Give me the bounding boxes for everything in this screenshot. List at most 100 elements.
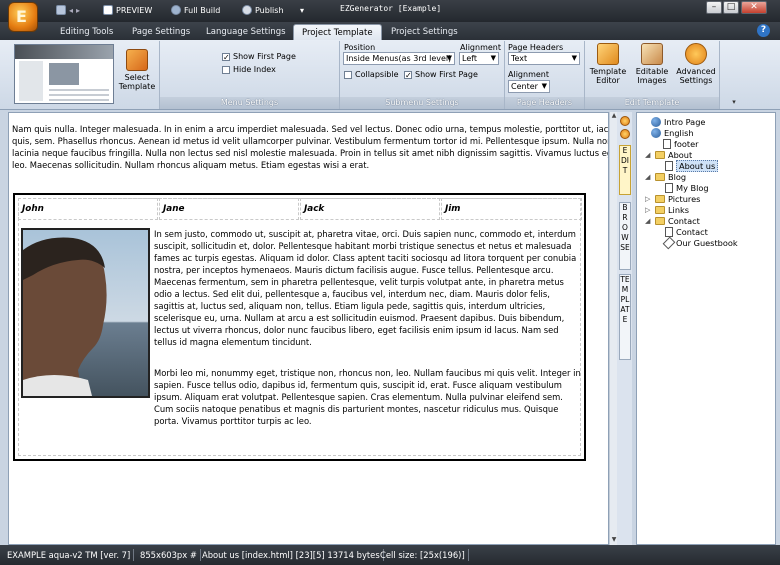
quick-access-dropdown[interactable]: ▾	[300, 3, 304, 17]
preview-label: PREVIEW	[116, 5, 153, 15]
header-cell-john[interactable]: John	[18, 198, 158, 220]
tree-label: About us	[676, 159, 719, 172]
expand-icon[interactable]: ▷	[645, 195, 652, 203]
tree-item-contact[interactable]: Contact	[665, 226, 708, 237]
header-cell-jane[interactable]: Jane	[159, 198, 299, 220]
side-tab-template[interactable]: TEMPLATE	[619, 274, 631, 360]
template-thumbnail[interactable]	[14, 44, 114, 104]
body-paragraph-2: Morbi leo mi, nonummy eget, tristique no…	[154, 368, 581, 426]
side-tab-edit[interactable]: EDIT	[619, 145, 631, 195]
page-headers-alignment-select[interactable]: Center ▼	[508, 80, 550, 93]
tree-item-pictures[interactable]: ▷ Pictures	[645, 193, 700, 204]
page-headers-label: Page Headers	[505, 97, 584, 109]
close-button[interactable]: ✕	[741, 1, 767, 14]
ribbon-collapse-icon[interactable]: ▾	[728, 97, 740, 108]
chevron-down-icon: ▼	[571, 54, 577, 62]
refresh-icon[interactable]	[620, 129, 630, 139]
page-icon	[663, 138, 671, 149]
expand-icon[interactable]: ▷	[645, 206, 652, 214]
tab-language-settings[interactable]: Language Settings	[198, 24, 294, 40]
hide-index-checkbox[interactable]: Hide Index	[222, 65, 276, 74]
show-first-page-checkbox[interactable]: ✓ Show First Page	[222, 52, 296, 61]
page-headers-type-value: Text	[511, 54, 528, 63]
tree-item-footer[interactable]: footer	[653, 138, 699, 149]
app-logo[interactable]: E	[8, 2, 38, 32]
tree-item-contact-folder[interactable]: ◢ Contact	[645, 215, 700, 226]
tree-item-my-blog[interactable]: My Blog	[665, 182, 709, 193]
tree-label: My Blog	[676, 182, 709, 193]
chevron-down-icon: ▼	[490, 54, 496, 62]
tree-label: footer	[674, 138, 699, 149]
maximize-button[interactable]: □	[723, 1, 739, 14]
preview-button[interactable]: PREVIEW	[103, 3, 152, 17]
tab-project-settings[interactable]: Project Settings	[383, 24, 466, 40]
page-icon	[665, 160, 673, 171]
publish-button[interactable]: Publish	[242, 3, 284, 17]
menu-settings-group: ✓ Show First Page Hide Index Menu Settin…	[160, 41, 340, 109]
tree-item-links[interactable]: ▷ Links	[645, 204, 689, 215]
position-select[interactable]: Inside Menus(as 3rd level) ▼	[343, 52, 455, 65]
page-headers-type-select[interactable]: Text ▼	[508, 52, 580, 65]
tree-item-about-us[interactable]: About us	[665, 159, 719, 172]
tree-item-about[interactable]: ◢ About	[645, 149, 692, 160]
title-bar: ◂ ▸ PREVIEW Full Build Publish ▾ EZGener…	[0, 0, 780, 22]
help-icon[interactable]: ?	[757, 24, 770, 37]
tree-item-guestbook[interactable]: Our Guestbook	[662, 236, 738, 249]
collapse-icon[interactable]: ◢	[645, 173, 652, 181]
header-cell-jack[interactable]: Jack	[300, 198, 440, 220]
full-build-button[interactable]: Full Build	[171, 3, 220, 17]
content-table[interactable]: John Jane Jack Jim In sem justo, commodo…	[13, 193, 586, 461]
status-page-size: 855x603px #	[137, 549, 201, 561]
page-icon[interactable]	[620, 116, 630, 126]
redo-icon[interactable]: ▸	[76, 6, 80, 15]
ribbon: Select Template ✓ Show First Page Hide I…	[0, 40, 780, 110]
page-icon	[665, 182, 673, 193]
page-icon	[665, 226, 673, 237]
template-editor-button[interactable]: Template Editor	[589, 43, 627, 85]
header-cell-jim[interactable]: Jim	[441, 198, 582, 220]
collapse-icon[interactable]: ◢	[645, 151, 652, 159]
select-template-button[interactable]: Select Template	[118, 49, 156, 91]
tab-editing-tools[interactable]: Editing Tools	[52, 24, 121, 40]
position-label: Position	[344, 43, 376, 52]
edit-template-group: Template Editor Editable Images Advanced…	[585, 41, 720, 109]
tree-item-blog[interactable]: ◢ Blog	[645, 171, 686, 182]
page-headers-alignment-value: Center	[511, 82, 538, 91]
hide-index-label: Hide Index	[233, 65, 276, 74]
template-editor-icon	[597, 43, 619, 65]
side-tab-browse[interactable]: BROWSE	[619, 202, 631, 270]
chevron-down-icon: ▼	[446, 54, 452, 62]
tab-page-settings[interactable]: Page Settings	[124, 24, 198, 40]
minimize-button[interactable]: –	[706, 1, 722, 14]
undo-icon[interactable]: ◂	[69, 6, 73, 15]
dropdown-arrow-icon: ▾	[300, 5, 305, 15]
chevron-down-icon: ▼	[541, 82, 547, 90]
site-tree[interactable]: Intro Page English footer ◢ About About u…	[636, 112, 776, 545]
select-template-label: Select Template	[118, 73, 156, 91]
tree-label: Contact	[668, 215, 700, 226]
collapsible-checkbox[interactable]: Collapsible	[344, 70, 399, 79]
position-value: Inside Menus(as 3rd level)	[346, 54, 452, 63]
template-group: Select Template	[0, 41, 160, 109]
submenu-alignment-select[interactable]: Left ▼	[459, 52, 499, 65]
collapse-icon[interactable]: ◢	[645, 217, 652, 225]
profile-photo[interactable]	[21, 228, 150, 398]
editor-scrollbar[interactable]: ▲ ▼	[609, 112, 617, 545]
submenu-show-first-page-checkbox[interactable]: ✓ Show First Page	[404, 70, 478, 79]
images-icon	[641, 43, 663, 65]
tree-item-english[interactable]: English	[641, 127, 694, 138]
tab-project-template[interactable]: Project Template	[293, 24, 382, 40]
checkbox-checked: ✓	[222, 52, 230, 62]
checkbox-unchecked	[344, 70, 352, 79]
page-editor[interactable]: Nam quis nulla. Integer malesuada. In in…	[8, 112, 609, 545]
submenu-alignment-value: Left	[462, 54, 478, 63]
advanced-settings-button[interactable]: Advanced Settings	[675, 43, 717, 85]
tree-item-intro-page[interactable]: Intro Page	[641, 116, 705, 127]
ribbon-tabs: Editing Tools Page Settings Language Set…	[0, 22, 780, 40]
editable-images-button[interactable]: Editable Images	[633, 43, 671, 85]
publish-label: Publish	[255, 5, 284, 15]
status-cell-size: Cell size: [25x(196)]	[377, 549, 469, 561]
tree-label: About	[668, 149, 693, 160]
save-icon[interactable]	[56, 5, 66, 15]
tree-label: Pictures	[668, 193, 701, 204]
